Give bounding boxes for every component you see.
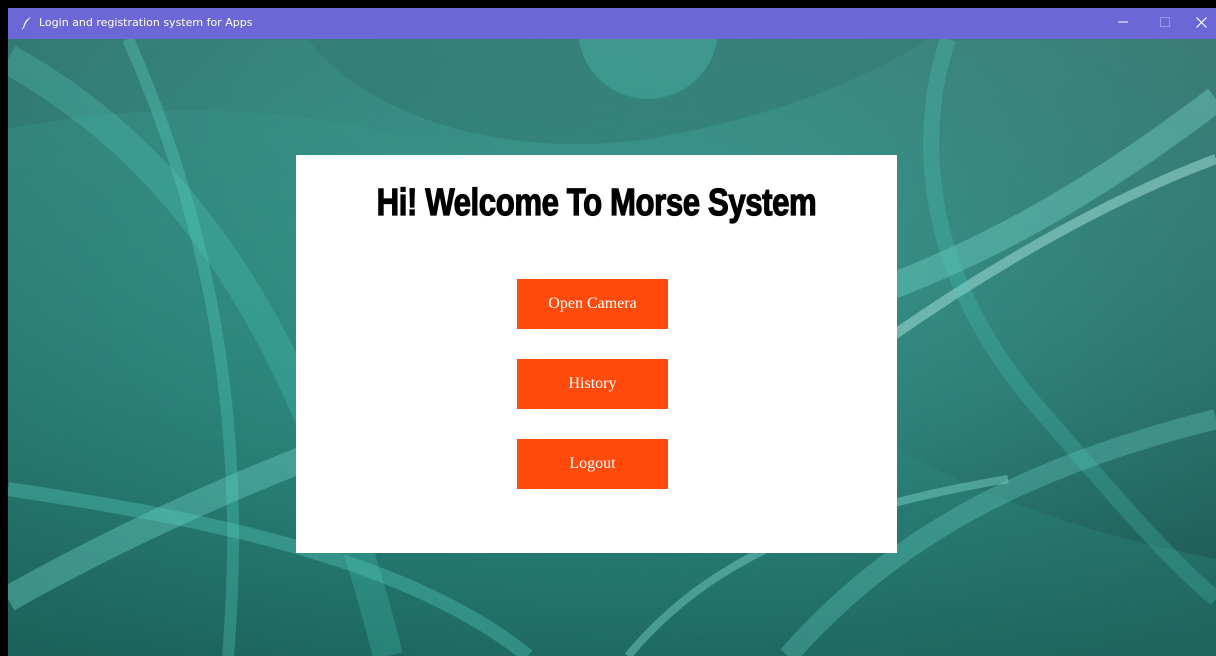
welcome-panel: Hi! Welcome To Morse System Open Camera … [296, 155, 897, 553]
minimize-icon [1118, 17, 1128, 30]
app-window: Login and registration system for Apps H… [8, 8, 1216, 656]
logout-button[interactable]: Logout [517, 439, 668, 489]
feather-icon [20, 16, 34, 30]
window-title: Login and registration system for Apps [39, 16, 253, 29]
welcome-heading: Hi! Welcome To Morse System [376, 181, 817, 224]
open-camera-button[interactable]: Open Camera [517, 279, 668, 329]
close-button[interactable] [1180, 8, 1216, 39]
maximize-icon [1160, 17, 1170, 30]
main-canvas: Hi! Welcome To Morse System Open Camera … [8, 39, 1216, 656]
minimize-button[interactable] [1102, 8, 1144, 39]
close-icon [1195, 16, 1207, 31]
title-bar[interactable]: Login and registration system for Apps [8, 8, 1216, 39]
history-button[interactable]: History [517, 359, 668, 409]
